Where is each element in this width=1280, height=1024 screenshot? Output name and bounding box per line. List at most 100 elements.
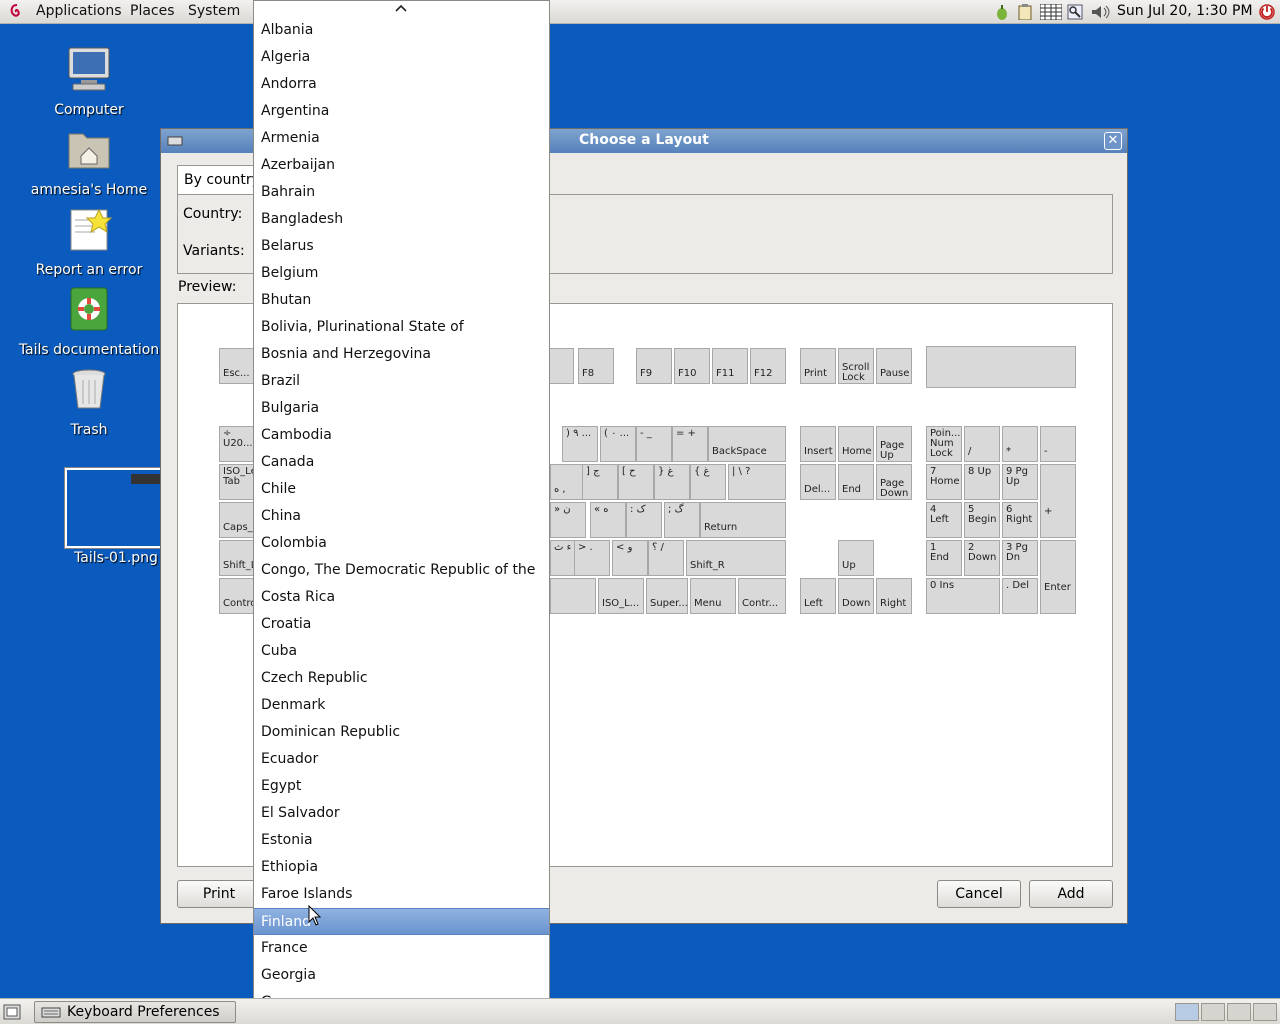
key-pause: Pause	[876, 348, 912, 384]
dropdown-item[interactable]: Congo, The Democratic Republic of the	[254, 557, 549, 584]
dropdown-item[interactable]: France	[254, 935, 549, 962]
dropdown-item[interactable]: China	[254, 503, 549, 530]
key-home: Home	[838, 426, 874, 462]
key-icon[interactable]	[1067, 4, 1083, 20]
country-dropdown-list[interactable]: Albania Algeria Andorra Argentina Armenia Aze…	[253, 0, 550, 1024]
dropdown-item[interactable]: Bangladesh	[254, 206, 549, 233]
dropdown-item[interactable]: Bolivia, Plurinational State of	[254, 314, 549, 341]
key-up: Up	[838, 540, 874, 576]
dropdown-item[interactable]: Bulgaria	[254, 395, 549, 422]
print-button[interactable]: Print	[177, 880, 261, 908]
desktop-icon-home[interactable]: amnesia's Home	[14, 126, 164, 198]
desktop-icon-docs[interactable]: Tails documentation	[14, 286, 164, 358]
key-print: Print	[800, 348, 836, 384]
dropdown-item[interactable]: El Salvador	[254, 800, 549, 827]
dropdown-item[interactable]: Ethiopia	[254, 854, 549, 881]
key-brace-open: { غ	[690, 464, 726, 500]
dropdown-item[interactable]: Cuba	[254, 638, 549, 665]
volume-icon[interactable]	[1090, 4, 1112, 20]
image-thumbnail-icon[interactable]	[64, 467, 164, 549]
desktop-icon-trash[interactable]: Trash	[14, 366, 164, 438]
show-desktop-icon[interactable]	[3, 1004, 21, 1020]
dropdown-item[interactable]: Belarus	[254, 233, 549, 260]
dropdown-item[interactable]: Estonia	[254, 827, 549, 854]
dropdown-item[interactable]: Andorra	[254, 71, 549, 98]
dropdown-item[interactable]: Canada	[254, 449, 549, 476]
dropdown-item[interactable]: Costa Rica	[254, 584, 549, 611]
workspace-2[interactable]	[1201, 1003, 1225, 1021]
lifebuoy-book-icon	[70, 287, 108, 331]
key-return: Return	[700, 502, 786, 538]
key-pipe: | \ ?	[728, 464, 786, 500]
menu-system[interactable]: System	[188, 3, 240, 19]
keyboard-grid-icon[interactable]	[1040, 4, 1062, 20]
key-indicators	[926, 346, 1076, 388]
dropdown-item[interactable]: Belgium	[254, 260, 549, 287]
cancel-button[interactable]: Cancel	[937, 880, 1021, 908]
dropdown-item[interactable]: Denmark	[254, 692, 549, 719]
dialog-title: Choose a Layout	[579, 132, 709, 148]
onion-icon[interactable]	[994, 4, 1010, 20]
menu-places[interactable]: Places	[130, 3, 175, 19]
workspace-1[interactable]	[1175, 1003, 1199, 1021]
key-page-down: Page Down	[876, 464, 912, 500]
dropdown-item[interactable]: Azerbaijan	[254, 152, 549, 179]
country-label: Country:	[183, 206, 243, 222]
dropdown-item[interactable]: Finland	[254, 908, 549, 935]
key-esc: Esc...	[219, 348, 255, 384]
add-button[interactable]: Add	[1029, 880, 1113, 908]
dropdown-item[interactable]: Colombia	[254, 530, 549, 557]
key-u20: ÷ U20...	[219, 426, 255, 462]
dropdown-item[interactable]: Chile	[254, 476, 549, 503]
report-error-icon	[70, 208, 113, 251]
variants-label: Variants:	[183, 243, 245, 259]
keyboard-icon	[41, 1007, 61, 1018]
menu-applications[interactable]: Applications	[36, 3, 122, 19]
taskbar-label: Keyboard Preferences	[67, 1004, 220, 1020]
bottom-panel: Keyboard Preferences	[0, 998, 1280, 1024]
home-folder-icon	[68, 133, 110, 169]
dropdown-item[interactable]: Ecuador	[254, 746, 549, 773]
power-icon[interactable]	[1258, 3, 1276, 21]
dropdown-item[interactable]: Dominican Republic	[254, 719, 549, 746]
dropdown-item[interactable]: Argentina	[254, 98, 549, 125]
workspace-4[interactable]	[1253, 1003, 1277, 1021]
key-num-6: 6 Right	[1002, 502, 1038, 538]
key-down: Down	[838, 578, 874, 614]
clipboard-icon[interactable]	[1017, 4, 1033, 20]
key-shift-right: Shift_R	[686, 540, 786, 576]
dropdown-item[interactable]: Cambodia	[254, 422, 549, 449]
key-right: Right	[876, 578, 912, 614]
key-caps-lock: Caps_L...	[219, 502, 255, 538]
dropdown-item[interactable]: Albania	[254, 17, 549, 44]
dropdown-item[interactable]: Egypt	[254, 773, 549, 800]
taskbar-keyboard-preferences[interactable]: Keyboard Preferences	[34, 1001, 236, 1023]
key-iso-level3: ISO_L...	[598, 578, 644, 614]
key-f12: F12	[750, 348, 786, 384]
clock[interactable]: Sun Jul 20, 1:30 PM	[1117, 3, 1253, 19]
dropdown-item[interactable]: Croatia	[254, 611, 549, 638]
desktop-icon-label: amnesia's Home	[30, 182, 148, 198]
dropdown-item[interactable]: Bahrain	[254, 179, 549, 206]
dropdown-item[interactable]: Brazil	[254, 368, 549, 395]
dropdown-item[interactable]: Georgia	[254, 962, 549, 989]
key-quote-right: » ن	[550, 502, 586, 538]
key-equals: = +	[672, 426, 708, 462]
dropdown-item[interactable]: Bosnia and Herzegovina	[254, 341, 549, 368]
workspace-3[interactable]	[1227, 1003, 1251, 1021]
key-control-left: Contro...	[219, 578, 255, 614]
dropdown-item[interactable]: Faroe Islands	[254, 881, 549, 908]
key-f9: F9	[636, 348, 672, 384]
dropdown-item[interactable]: Algeria	[254, 44, 549, 71]
top-panel: Applications Places System Sun Jul 20, 1…	[0, 0, 1280, 24]
dropdown-item[interactable]: Bhutan	[254, 287, 549, 314]
key-bracket-open: [ ح	[618, 464, 654, 500]
dropdown-item[interactable]: Armenia	[254, 125, 549, 152]
key-dot-ha: ه ,	[550, 464, 586, 500]
desktop-icon-report[interactable]: Report an error	[14, 206, 164, 278]
desktop-icon-computer[interactable]: Computer	[14, 46, 164, 118]
close-button[interactable]: ✕	[1104, 132, 1122, 150]
scroll-up-arrow-icon[interactable]	[394, 3, 408, 13]
debian-swirl-icon[interactable]	[8, 3, 26, 21]
dropdown-item[interactable]: Czech Republic	[254, 665, 549, 692]
